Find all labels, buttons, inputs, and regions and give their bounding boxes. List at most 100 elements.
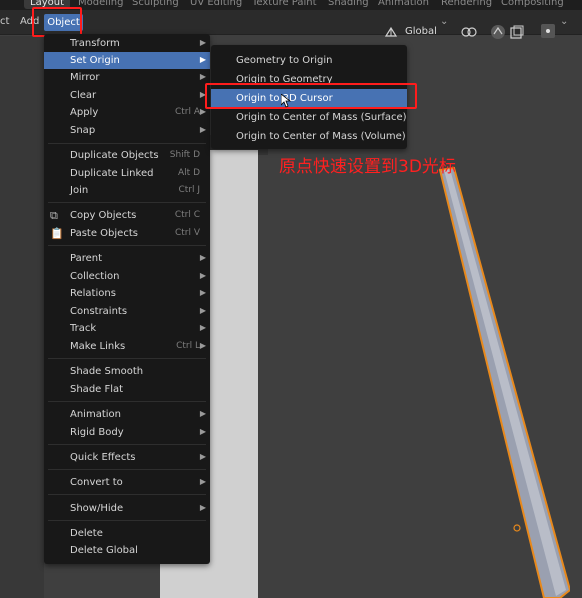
menu-item-label: Constraints: [70, 306, 128, 317]
menu-item-shortcut: Ctrl L: [176, 341, 200, 351]
tab-shading[interactable]: Shading: [328, 0, 369, 9]
menu-item-label: Duplicate Objects: [70, 150, 159, 161]
submenu-arrow-icon: ▶: [199, 72, 206, 81]
menu-item-label: Paste Objects: [70, 228, 138, 239]
menu-item-transform[interactable]: Transform ▶: [44, 35, 210, 52]
menu-item-parent[interactable]: Parent ▶: [44, 250, 210, 267]
menu-item-shortcut: Ctrl J: [178, 185, 200, 195]
menu-item-paste-objects[interactable]: 📋 Paste Objects Ctrl V: [44, 225, 210, 242]
menu-item-label: Convert to: [70, 477, 123, 488]
submenu-arrow-icon: ▶: [199, 452, 206, 461]
submenu-item-origin-to-center-of-mass-surface[interactable]: Origin to Center of Mass (Surface): [211, 108, 407, 126]
menu-separator: [48, 245, 206, 246]
menu-item-rigid-body[interactable]: Rigid Body ▶: [44, 424, 210, 441]
menu-item-shade-flat[interactable]: Shade Flat: [44, 381, 210, 398]
submenu-arrow-icon: ▶: [199, 503, 206, 512]
menu-separator: [48, 494, 206, 495]
menu-item-snap[interactable]: Snap ▶: [44, 122, 210, 139]
menu-item-convert-to[interactable]: Convert to ▶: [44, 474, 210, 491]
snap-target-icon[interactable]: [510, 25, 524, 39]
menu-item-delete-global[interactable]: Delete Global: [44, 542, 210, 559]
menu-item-delete[interactable]: Delete: [44, 525, 210, 542]
menu-item-shortcut: Ctrl C: [174, 210, 200, 220]
workspace-tab-bar: Layout Modeling Sculpting UV Editing Tex…: [0, 0, 582, 10]
origin-point-icon: [513, 524, 521, 532]
submenu-arrow-icon: ▶: [199, 409, 206, 418]
menu-item-quick-effects[interactable]: Quick Effects ▶: [44, 449, 210, 466]
menu-item-label: Parent: [70, 253, 103, 264]
submenu-arrow-icon: ▶: [199, 125, 206, 134]
menu-separator: [48, 202, 206, 203]
menu-item-track[interactable]: Track ▶: [44, 320, 210, 337]
submenu-arrow-icon: ▶: [199, 427, 206, 436]
select-menu[interactable]: ct: [0, 16, 9, 27]
submenu-arrow-icon: ▶: [199, 288, 206, 297]
mouse-pointer-icon: [281, 94, 291, 108]
submenu-item-label: Geometry to Origin: [236, 55, 333, 66]
tab-texture-paint[interactable]: Texture Paint: [252, 0, 317, 9]
menu-item-make-links[interactable]: Make Links Ctrl L ▶: [44, 338, 210, 355]
submenu-arrow-icon: ▶: [199, 253, 206, 262]
snap-icon[interactable]: [490, 24, 506, 40]
submenu-arrow-icon: ▶: [199, 271, 206, 280]
menu-item-label: Mirror: [70, 72, 100, 83]
tab-sculpting[interactable]: Sculpting: [132, 0, 179, 9]
submenu-arrow-icon: ▶: [199, 55, 206, 64]
menu-item-label: Duplicate Linked: [70, 168, 154, 179]
menu-item-join[interactable]: Join Ctrl J: [44, 182, 210, 199]
tab-rendering[interactable]: Rendering: [441, 0, 492, 9]
menu-item-shortcut: Ctrl A: [174, 107, 200, 117]
menu-item-label: Delete Global: [70, 545, 138, 556]
menu-item-clear[interactable]: Clear ▶: [44, 87, 210, 104]
menu-item-label: Join: [70, 185, 89, 196]
menu-item-shortcut: Shift D: [169, 150, 200, 160]
menu-item-label: Shade Smooth: [70, 366, 144, 377]
menu-item-label: Snap: [70, 125, 96, 136]
menu-item-label: Track: [70, 323, 97, 334]
transform-orientation-icon: [384, 26, 398, 37]
pivot-point-icon[interactable]: [460, 25, 478, 39]
submenu-arrow-icon: ▶: [199, 306, 206, 315]
menu-item-label: Shade Flat: [70, 384, 124, 395]
proportional-editing-icon[interactable]: [541, 24, 555, 38]
viewport-header: ct Add Global ⌄ ⌄: [0, 10, 582, 39]
menu-separator: [48, 143, 206, 144]
tab-uv-editing[interactable]: UV Editing: [190, 0, 242, 9]
menu-item-label: Transform: [70, 38, 120, 49]
menu-item-relations[interactable]: Relations ▶: [44, 285, 210, 302]
menu-item-shade-smooth[interactable]: Shade Smooth: [44, 363, 210, 380]
menu-item-show-hide[interactable]: Show/Hide ▶: [44, 500, 210, 517]
object-menu: Transform ▶ Set Origin ▶ Mirror ▶ Clear …: [44, 34, 210, 564]
menu-item-label: Relations: [70, 288, 116, 299]
submenu-item-origin-to-center-of-mass-volume[interactable]: Origin to Center of Mass (Volume): [211, 127, 407, 145]
submenu-arrow-icon: ▶: [199, 323, 206, 332]
submenu-arrow-icon: ▶: [199, 341, 206, 350]
menu-item-constraints[interactable]: Constraints ▶: [44, 303, 210, 320]
menu-item-label: Quick Effects: [70, 452, 136, 463]
object-menu-highlight: [32, 7, 82, 37]
selected-rod-object[interactable]: [420, 150, 570, 598]
tab-animation[interactable]: Animation: [378, 0, 429, 9]
menu-item-collection[interactable]: Collection ▶: [44, 268, 210, 285]
menu-item-apply[interactable]: Apply Ctrl A ▶: [44, 104, 210, 121]
menu-item-label: Delete: [70, 528, 103, 539]
menu-item-animation[interactable]: Animation ▶: [44, 406, 210, 423]
submenu-item-geometry-to-origin[interactable]: Geometry to Origin: [211, 51, 407, 69]
menu-item-label: Show/Hide: [70, 503, 124, 514]
dropdown-chevron-icon: ⌄: [440, 16, 449, 27]
menu-item-mirror[interactable]: Mirror ▶: [44, 69, 210, 86]
menu-item-label: Copy Objects: [70, 210, 137, 221]
menu-separator: [48, 444, 206, 445]
menu-item-duplicate-linked[interactable]: Duplicate Linked Alt D: [44, 165, 210, 182]
submenu-arrow-icon: ▶: [199, 38, 206, 47]
tab-compositing[interactable]: Compositing: [501, 0, 564, 9]
menu-item-set-origin[interactable]: Set Origin ▶: [44, 52, 210, 69]
submenu-arrow-icon: ▶: [199, 477, 206, 486]
menu-item-shortcut: Alt D: [178, 168, 200, 178]
tab-modeling[interactable]: Modeling: [78, 0, 124, 9]
menu-item-duplicate-objects[interactable]: Duplicate Objects Shift D: [44, 147, 210, 164]
transform-orientation-dropdown[interactable]: Global: [405, 26, 437, 37]
menu-item-copy-objects[interactable]: ⧉ Copy Objects Ctrl C: [44, 207, 210, 224]
annotation-text: 原点快速设置到3D光标: [279, 157, 456, 177]
proportional-falloff-icon[interactable]: ⌄: [560, 16, 568, 27]
